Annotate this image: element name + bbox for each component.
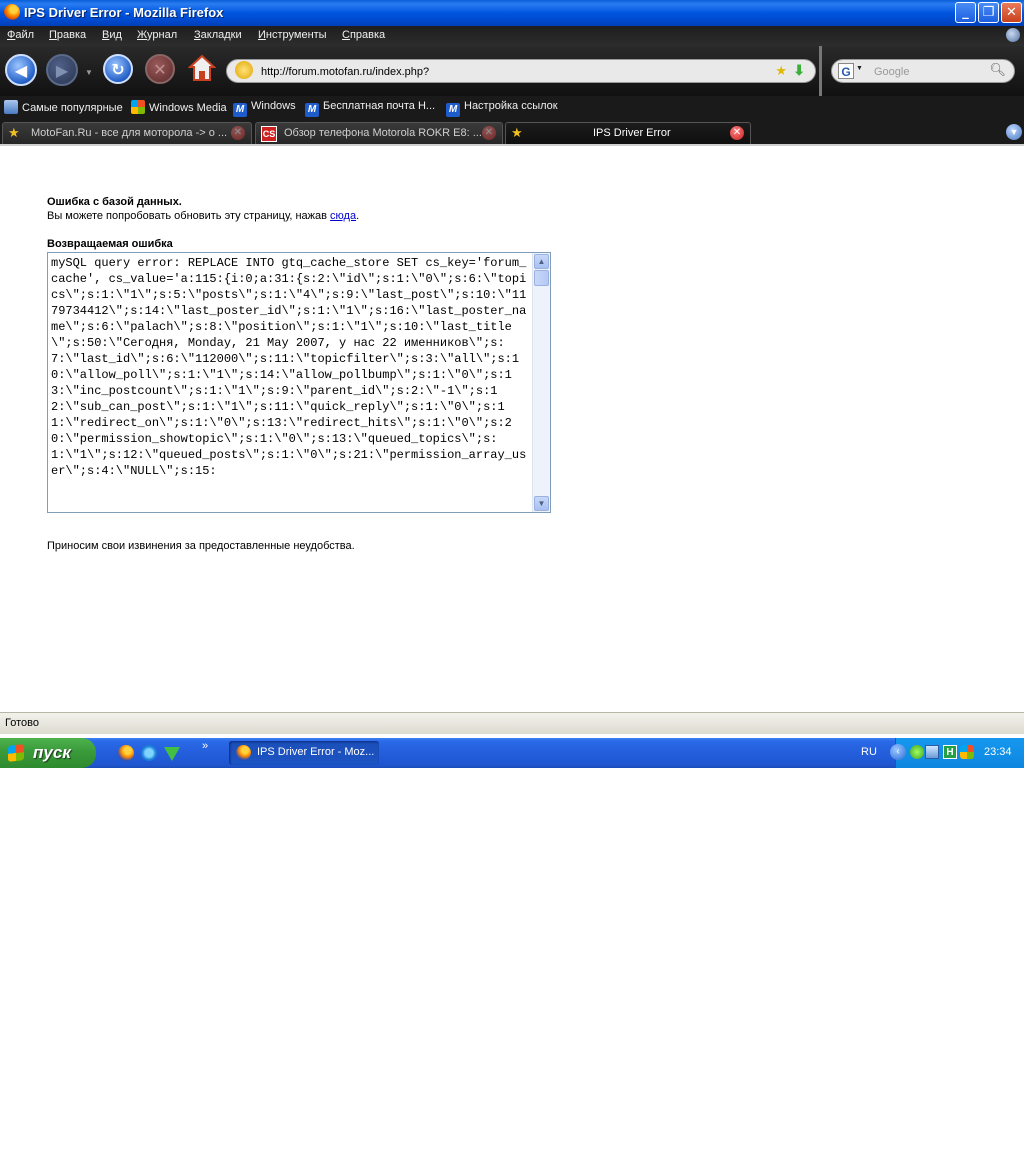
scroll-down-icon[interactable]: ▼ [534,496,549,511]
bookmark-most-visited[interactable]: Самые популярные [4,100,123,114]
home-icon [187,54,217,81]
star-icon: ★ [8,125,20,140]
page-content: Ошибка с базой данных. Вы можете попробо… [0,146,1024,712]
returned-error-title: Возвращаемая ошибка [47,238,173,250]
menu-help[interactable]: Справка [342,29,385,41]
most-visited-icon [4,100,18,114]
stop-icon: ✕ [153,59,167,79]
history-dropdown-icon[interactable]: ▼ [85,68,93,77]
h-app-icon[interactable]: H [943,745,957,759]
close-tab-icon[interactable]: ✕ [482,126,496,140]
menu-history[interactable]: Журнал [137,29,177,41]
error-message: Вы можете попробовать обновить эту стран… [47,210,360,222]
reload-icon: ↻ [111,59,125,79]
url-input[interactable] [259,62,763,82]
close-button[interactable]: ✕ [1001,2,1022,23]
tab-ips-driver-error[interactable]: ★ IPS Driver Error ✕ [505,122,751,144]
msn-icon: M [446,103,460,117]
tab-motofan[interactable]: ★ MotoFan.Ru - все для моторола -> о ...… [2,122,252,144]
apology-text: Приносим свои извинения за предоставленн… [47,540,355,552]
windows-logo-icon [8,744,24,762]
start-button[interactable]: пуск [0,738,96,768]
search-input[interactable] [872,63,986,81]
taskbar: пуск » IPS Driver Error - Moz... RU ‹ H … [0,738,1024,768]
msn-icon: M [305,103,319,117]
forward-arrow-icon: ▶ [55,60,69,80]
cs-icon: CS [261,126,277,142]
site-identity-icon[interactable] [235,61,253,79]
firefox-icon [4,4,20,20]
error-textarea[interactable]: mySQL query error: REPLACE INTO gtq_cach… [47,252,551,513]
engine-dropdown-icon[interactable]: ▼ [856,65,863,72]
computer-icon[interactable] [925,745,939,759]
menu-bar: Файл Правка Вид Журнал Закладки Инструме… [0,26,1024,46]
scroll-thumb[interactable] [534,270,549,286]
tab-bar: ★ MotoFan.Ru - все для моторола -> о ...… [0,118,1024,146]
status-text: Готово [5,717,39,729]
menu-edit[interactable]: Правка [49,29,86,41]
star-icon: ★ [511,125,523,140]
minimize-button[interactable]: _ [955,2,976,23]
clock: 23:34 [984,746,1012,758]
home-button[interactable] [187,54,217,82]
language-indicator[interactable]: RU [861,746,877,758]
refresh-link[interactable]: сюда [330,210,356,222]
taskbar-item-firefox[interactable]: IPS Driver Error - Moz... [229,741,379,765]
minimize-icon: _ [962,5,969,20]
media-player-icon[interactable] [164,747,180,761]
bookmarks-toolbar: Самые популярные Windows Media M Windows … [0,96,1024,118]
bookmark-windows[interactable]: M Windows [233,100,296,117]
tab-list-icon[interactable]: ▼ [1006,124,1022,140]
menu-view[interactable]: Вид [102,29,122,41]
address-bar[interactable]: ★ ⬇ [226,59,816,83]
bookmark-free-mail[interactable]: M Бесплатная почта H... [305,100,435,117]
tab-rokr-review[interactable]: CS Обзор телефона Motorola ROKR E8: ... … [255,122,503,144]
error-text[interactable]: mySQL query error: REPLACE INTO gtq_cach… [51,255,533,509]
bookmark-windows-media[interactable]: Windows Media [131,100,227,114]
windows-flag-icon[interactable] [960,745,974,759]
window-title-bar[interactable]: IPS Driver Error - Mozilla Firefox _ ❐ ✕ [0,0,1024,26]
firefox-quicklaunch-icon[interactable] [118,745,134,761]
restore-icon: ❐ [982,5,995,20]
textarea-scrollbar[interactable]: ▲ ▼ [532,253,550,512]
blank-area [0,768,1024,1169]
forward-button[interactable]: ▶ [46,54,78,86]
google-engine-icon[interactable]: G [838,63,854,79]
close-tab-icon[interactable]: ✕ [730,126,744,140]
internet-explorer-icon[interactable] [141,745,157,761]
show-hidden-icons-icon[interactable]: ‹ [890,744,906,760]
system-tray: ‹ H 23:34 [890,738,1024,768]
menu-file[interactable]: Файл [7,29,34,41]
bookmark-customize-links[interactable]: M Настройка ссылок [446,100,558,117]
bookmark-star-icon[interactable]: ★ [775,63,787,79]
go-arrow-icon[interactable]: ⬇ [793,62,805,79]
menu-tools[interactable]: Инструменты [258,29,327,41]
quicklaunch-more[interactable]: » [202,740,208,752]
menu-bookmarks[interactable]: Закладки [194,29,242,41]
reload-button[interactable]: ↻ [103,54,133,84]
status-bar: Готово [0,712,1024,734]
toolbar-separator [819,46,822,96]
search-bar[interactable]: G ▼ 🔍︎ [831,59,1015,83]
window-title: IPS Driver Error - Mozilla Firefox [24,5,224,20]
close-icon: ✕ [1006,5,1017,20]
search-icon[interactable]: 🔍︎ [989,62,1006,78]
back-arrow-icon: ◀ [14,60,28,80]
msn-icon: M [233,103,247,117]
windows-icon [131,100,145,114]
back-button[interactable]: ◀ [5,54,37,86]
firefox-icon [236,745,251,760]
error-title: Ошибка с базой данных. [47,196,182,208]
throbber-icon [1006,28,1020,42]
close-tab-icon[interactable]: ✕ [231,126,245,140]
stop-button[interactable]: ✕ [145,54,175,84]
scroll-up-icon[interactable]: ▲ [534,254,549,269]
maximize-button[interactable]: ❐ [978,2,999,23]
network-icon[interactable] [910,745,924,759]
